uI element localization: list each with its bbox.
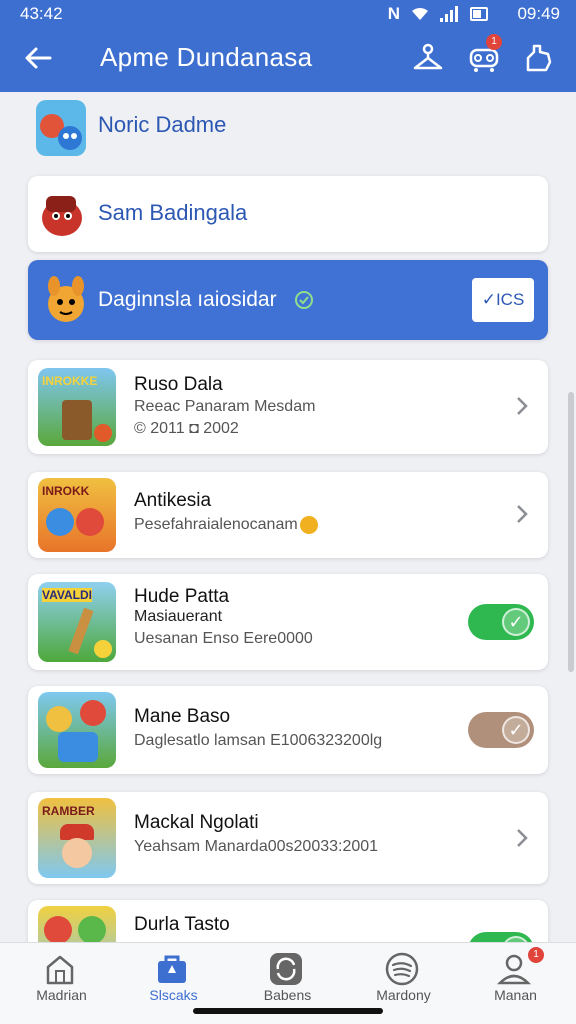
coin-icon <box>300 516 318 534</box>
game-thumbnail: RAMBER <box>38 798 116 878</box>
game-mascot-icon <box>42 196 82 236</box>
game-title: Durla Tasto <box>134 914 230 935</box>
hanger-icon[interactable] <box>410 40 446 76</box>
game-card[interactable]: VAVALDI Hude Patta Masiauerant Uesanan E… <box>28 574 548 670</box>
game-line1: Yeahsam Manarda00s20033:2001 <box>134 838 379 855</box>
check-circle-icon <box>295 291 313 309</box>
game-card[interactable]: RAMBER Mackal Ngolati Yeahsam Manarda00s… <box>28 792 548 884</box>
game-line2: © 2011 ◘ 2002 <box>134 420 239 437</box>
game-toggle[interactable]: ✓ <box>468 712 534 748</box>
settings-hand-icon[interactable] <box>520 40 556 76</box>
thumb-text: INROKKE <box>42 374 98 388</box>
check-icon: ✓ <box>502 716 530 744</box>
status-icons: N <box>388 4 488 24</box>
game-title: Hude Patta <box>134 586 230 607</box>
game-title: Mane Baso <box>134 706 231 727</box>
signal-icon <box>440 6 460 22</box>
spotify-icon <box>385 952 419 986</box>
nav-label: Mardony <box>376 987 431 1003</box>
game-thumbnail-icon <box>36 100 86 156</box>
section-row-1[interactable]: Noric Dadme <box>28 92 548 162</box>
game-thumbnail <box>38 692 116 768</box>
notification-badge: 1 <box>528 947 544 963</box>
nav-label: Slscaks <box>149 987 198 1003</box>
game-toggle[interactable]: ✓ <box>468 932 534 942</box>
game-line1: Pesefahraialenocanam <box>134 516 298 533</box>
chevron-right-icon[interactable] <box>512 828 532 848</box>
game-line1: Masiauerant <box>134 608 223 625</box>
chevron-right-icon[interactable] <box>512 504 532 524</box>
thumb-text: VAVALDI <box>42 588 92 602</box>
sync-icon <box>270 953 302 985</box>
notification-badge: 1 <box>486 34 502 50</box>
thumb-text: INROKK <box>42 484 90 498</box>
battery-icon <box>470 7 488 21</box>
scrollbar[interactable] <box>568 392 574 672</box>
nav-label: Madrian <box>36 987 87 1003</box>
game-thumbnail: VAVALDI <box>38 582 116 662</box>
app-bar: Apme Dundanasa 1 <box>0 30 576 92</box>
wifi-icon <box>412 7 428 20</box>
game-line1: Daglesatlo lamsan E1006323200lg <box>134 732 383 749</box>
nav-item-profile[interactable]: 1 Manan <box>458 943 573 1024</box>
home-indicator[interactable] <box>193 1008 383 1014</box>
highlight-card[interactable]: Daginnsla ıaiosidar ✓ICS <box>28 260 548 340</box>
game-toggle[interactable]: ✓ <box>468 604 534 640</box>
game-mascot-icon <box>48 276 84 322</box>
status-time-left: 43:42 <box>20 4 63 23</box>
nav-label: Manan <box>494 987 537 1003</box>
game-line1: Reeac Panaram Mesdam <box>134 398 316 415</box>
game-title: Mackal Ngolati <box>134 812 259 833</box>
back-arrow-icon[interactable] <box>20 40 56 76</box>
game-thumbnail: INROKKE <box>38 368 116 446</box>
game-card[interactable]: INROKK Antikesia Pesefahraialenocanam <box>28 472 548 558</box>
game-card[interactable]: INROKKE Ruso Dala Reeac Panaram Mesdam ©… <box>28 360 548 454</box>
profile-icon <box>496 954 532 985</box>
chevron-right-icon[interactable] <box>512 396 532 416</box>
game-thumbnail <box>38 906 116 942</box>
status-time-right: 09:49 <box>517 4 560 23</box>
check-icon: ✓ <box>502 608 530 636</box>
section-card[interactable]: Sam Badingala <box>28 176 548 252</box>
game-title: Antikesia <box>134 490 212 511</box>
status-bar: 43:42 N 09:49 <box>0 0 576 30</box>
nfc-icon: N <box>387 4 400 23</box>
thumb-text: RAMBER <box>42 804 95 818</box>
page-title: Apme Dundanasa <box>100 42 313 72</box>
game-thumbnail: INROKK <box>38 478 116 552</box>
store-icon <box>158 955 186 983</box>
section-title: Sam Badingala <box>98 200 248 225</box>
game-card[interactable]: Durla Tasto ✓ <box>28 900 548 942</box>
game-title: Ruso Dala <box>134 374 223 395</box>
ics-check-button[interactable]: ✓ICS <box>472 278 534 322</box>
section-title: Noric Dadme <box>98 112 227 137</box>
section-title: Daginnsla ıaiosidar <box>98 288 277 311</box>
nav-label: Babens <box>263 987 312 1003</box>
game-line2: Uesanan Enso Eere0000 <box>134 630 313 647</box>
home-icon <box>46 955 74 985</box>
top-bar: 43:42 N 09:49 Apme Dundanasa 1 <box>0 0 576 92</box>
game-card[interactable]: Mane Baso Daglesatlo lamsan E1006323200l… <box>28 686 548 774</box>
content-list[interactable]: Noric Dadme Sam Badingala Daginnsla ıaio… <box>0 92 576 942</box>
nav-item-home[interactable]: Madrian <box>4 943 119 1024</box>
